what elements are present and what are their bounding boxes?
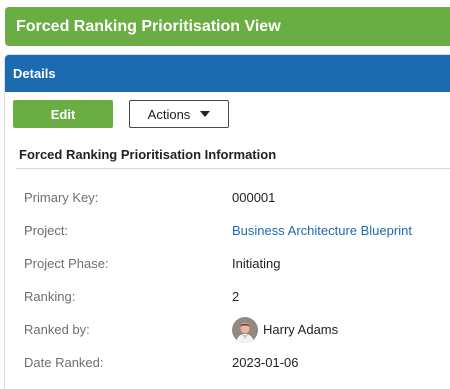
primary-key-value: 000001 [232,190,276,205]
ranking-value: 2 [232,289,240,304]
field-row-primary-key: Primary Key: 000001 [24,181,449,214]
date-ranked-value: 2023-01-06 [232,355,299,370]
project-label: Project: [24,223,69,238]
section-divider [16,168,450,169]
field-row-project: Project: Business Architecture Blueprint [24,214,449,247]
section-title: Forced Ranking Prioritisation Informatio… [19,147,277,162]
edit-button[interactable]: Edit [13,100,113,128]
user-avatar[interactable] [232,316,258,343]
details-panel-title: Details [13,66,56,81]
field-row-date-ranked: Date Ranked: 2023-01-06 [24,346,449,379]
user-avatar-icon [232,316,258,343]
actions-dropdown-button[interactable]: Actions [129,100,229,128]
details-panel: Details Edit Actions Forced Ranking Prio… [4,54,450,389]
ranking-label: Ranking: [24,289,76,304]
record-toolbar: Edit Actions [13,100,229,128]
project-link[interactable]: Business Architecture Blueprint [232,223,412,238]
field-row-project-phase: Project Phase: Initiating [24,247,449,280]
ranked-by-user-link[interactable]: Harry Adams [263,322,338,337]
field-list: Primary Key: 000001 Project: Business Ar… [24,181,449,379]
project-phase-label: Project Phase: [24,256,109,271]
date-ranked-label: Date Ranked: [24,355,104,370]
record-view-page: Forced Ranking Prioritisation View Detai… [0,0,450,389]
ranked-by-value: Harry Adams [232,316,338,343]
details-panel-header[interactable]: Details [5,55,450,92]
primary-key-label: Primary Key: [24,190,99,205]
ranked-by-label: Ranked by: [24,322,90,337]
page-title-bar: Forced Ranking Prioritisation View [5,7,450,46]
page-title: Forced Ranking Prioritisation View [16,17,281,35]
field-row-ranked-by: Ranked by: Harry Adams [24,313,449,346]
project-phase-value: Initiating [232,256,281,271]
field-row-ranking: Ranking: 2 [24,280,449,313]
actions-button-label: Actions [147,106,191,122]
caret-down-icon [200,111,211,117]
